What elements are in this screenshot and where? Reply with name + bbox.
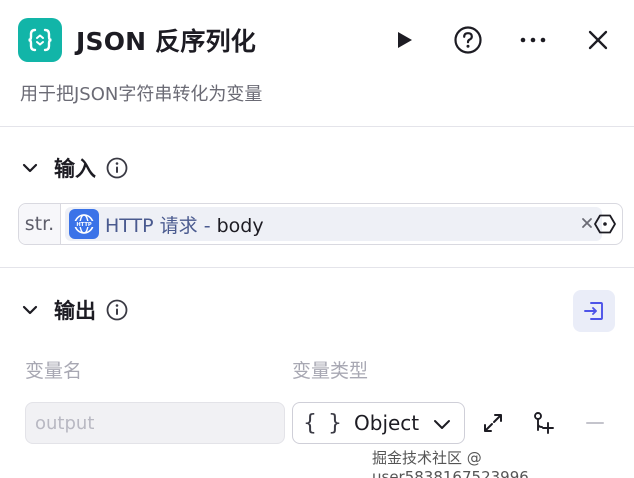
- divider: [0, 126, 634, 127]
- column-header-name: 变量名: [25, 360, 83, 382]
- ref-node-name: HTTP 请求: [105, 214, 198, 237]
- input-param-row: str. HTTP HTTP 请求 - body: [18, 203, 623, 245]
- divider: [0, 267, 634, 268]
- node-header: JSON 反序列化: [0, 0, 634, 80]
- expand-arrows-icon: [484, 414, 502, 432]
- add-child-field-button[interactable]: [530, 410, 556, 436]
- play-icon: [398, 32, 412, 48]
- object-braces-icon: { }: [303, 410, 344, 436]
- minus-icon: [586, 422, 604, 424]
- output-type-select[interactable]: { } Object: [292, 402, 465, 444]
- node-title: JSON 反序列化: [76, 27, 256, 56]
- svg-text:HTTP: HTTP: [76, 222, 92, 228]
- chevron-down-icon: [434, 420, 450, 429]
- http-globe-icon: HTTP: [69, 209, 99, 239]
- help-button[interactable]: [452, 24, 484, 56]
- import-icon: [584, 302, 603, 320]
- chevron-down-icon[interactable]: [20, 300, 40, 320]
- close-button[interactable]: [582, 24, 614, 56]
- info-icon[interactable]: [106, 157, 128, 179]
- output-name-input[interactable]: [25, 402, 285, 444]
- close-icon: [588, 30, 608, 50]
- more-dots-icon: [520, 37, 546, 43]
- node-description: 用于把JSON字符串转化为变量: [20, 84, 263, 105]
- add-child-node-icon: [534, 412, 554, 434]
- hexagon-variable-icon: [594, 214, 616, 234]
- question-circle-icon: [454, 26, 482, 54]
- ref-field-name: body: [216, 214, 264, 237]
- input-section-title: 输入: [54, 157, 96, 181]
- type-value: Object: [354, 411, 420, 435]
- column-header-type: 变量类型: [292, 360, 369, 382]
- reference-text: HTTP 请求 - body: [105, 211, 264, 238]
- import-output-button[interactable]: [573, 290, 615, 332]
- chevron-down-icon[interactable]: [20, 158, 40, 178]
- json-braces-icon: [18, 18, 62, 62]
- output-section-title: 输出: [54, 299, 96, 323]
- output-section-header[interactable]: 输出: [20, 295, 128, 325]
- string-type-tag: str.: [19, 204, 61, 244]
- variable-reference-chip[interactable]: HTTP HTTP 请求 - body: [65, 207, 602, 241]
- ref-separator: -: [197, 214, 217, 237]
- watermark: 掘金技术社区 @ user5838167523996: [372, 449, 529, 478]
- close-icon: [582, 218, 592, 228]
- input-section-header[interactable]: 输入: [20, 153, 128, 183]
- run-button[interactable]: [388, 24, 420, 56]
- more-button[interactable]: [517, 24, 549, 56]
- info-icon[interactable]: [106, 299, 128, 321]
- remove-field-button[interactable]: [582, 410, 608, 436]
- variable-picker-button[interactable]: [594, 213, 616, 235]
- expand-button[interactable]: [480, 410, 506, 436]
